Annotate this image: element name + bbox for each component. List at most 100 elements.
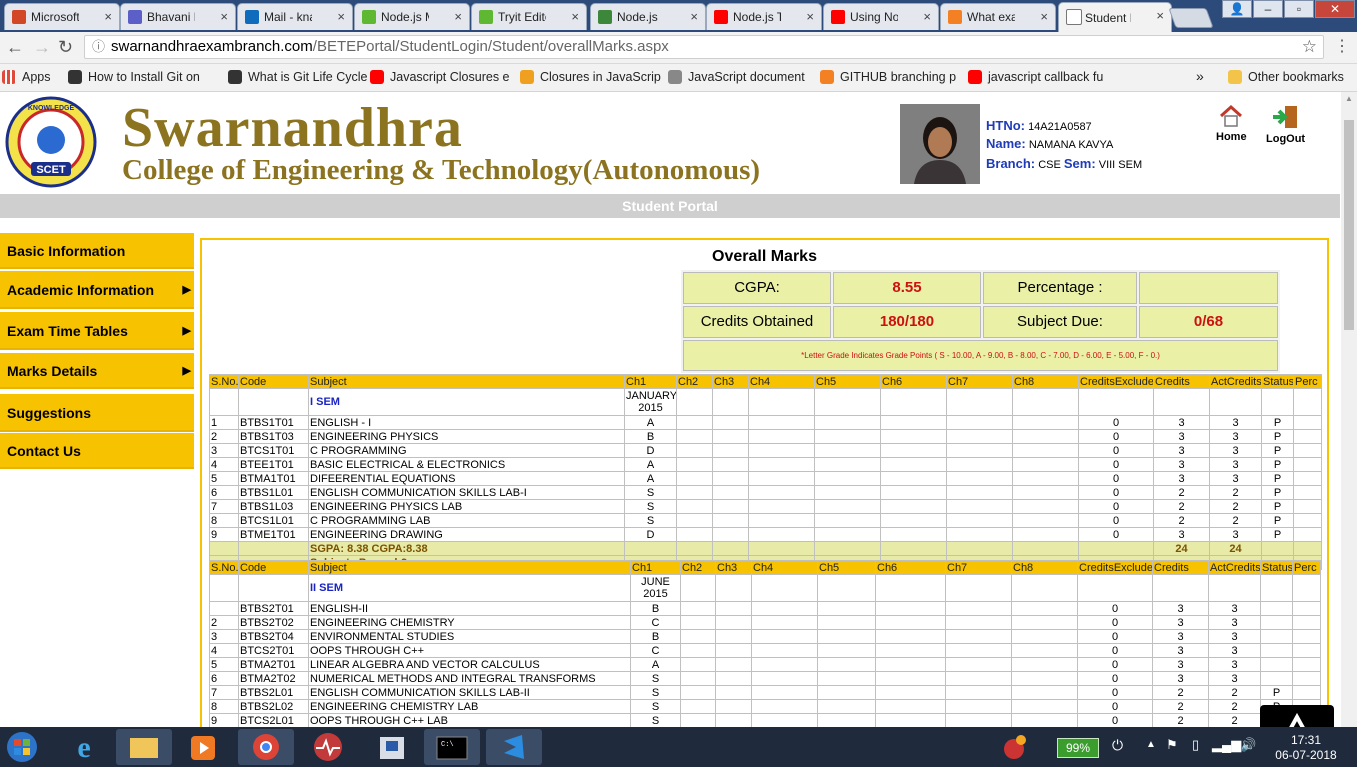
tab-close-icon[interactable]: × [104,9,112,24]
table-cell: 0 [1077,615,1153,630]
browser-tab[interactable]: Mail - knar × [237,3,353,30]
file-explorer-taskbar-icon[interactable] [116,729,172,765]
table-cell [817,629,876,644]
tab-close-icon[interactable]: × [571,9,579,24]
bookmark-item[interactable]: How to Install Git on [66,68,238,86]
start-button[interactable] [0,729,52,765]
bookmark-item[interactable]: Javascript Closures e [368,68,530,86]
table-cell [676,499,713,514]
page-scrollbar[interactable]: ▲ [1341,92,1357,727]
show-hidden-icons[interactable]: ▲ [1146,739,1156,750]
system-clock[interactable]: 17:31 06-07-2018 [1260,733,1352,763]
tab-title: What exac [967,10,1015,24]
browser-tab[interactable]: Student Lo × [1058,2,1172,32]
menu-basic-information[interactable]: Basic Information [0,233,194,269]
tab-close-icon[interactable]: × [220,9,228,24]
table-cell: 0 [1077,643,1153,658]
folder-icon [1228,70,1242,84]
tab-close-icon[interactable]: × [337,9,345,24]
forward-icon[interactable]: → [33,37,51,57]
empty-cell [1209,388,1262,416]
scrollbar-thumb[interactable] [1344,120,1354,330]
menu-label: Exam Time Tables [7,323,128,339]
tab-close-icon[interactable]: × [1040,9,1048,24]
bookmark-item[interactable]: What is Git Life Cycle [226,68,383,86]
browser-tab[interactable]: Bhavani Dh × [120,3,236,30]
battery-indicator[interactable]: 99% [1057,738,1099,758]
browser-tab[interactable]: What exac × [940,3,1056,30]
browser-tab[interactable]: Tryit Editor × [471,3,587,30]
device-icon[interactable]: ▯ [1192,737,1199,753]
bookmark-star-icon[interactable]: ☆ [1302,36,1317,58]
table-cell: 3 [1152,615,1209,630]
table-cell [946,513,1013,528]
menu-suggestions[interactable]: Suggestions [0,394,194,432]
table-cell [1260,615,1293,630]
flag-icon[interactable]: ⚑ [1166,737,1178,753]
ie-taskbar-icon[interactable]: e [56,729,112,765]
info-icon[interactable]: ⓘ [92,36,105,58]
menu-contact-us[interactable]: Contact Us [0,433,194,469]
tab-close-icon[interactable]: × [1156,8,1164,23]
back-icon[interactable]: ← [6,37,24,57]
tab-close-icon[interactable]: × [690,9,698,24]
network-signal-icon[interactable]: ▂▄▆ [1212,737,1241,753]
browser-tab[interactable]: Microsoft C × [4,3,120,30]
menu-marks-details[interactable]: Marks Details ▶ [0,353,194,389]
browser-tab[interactable]: Node.js Mc × [354,3,470,30]
logout-button[interactable]: LogOut [1266,104,1305,145]
maximize-button[interactable]: ▫ [1284,0,1314,18]
bookmark-item[interactable]: javascript callback fu [966,68,1133,86]
menu-academic-information[interactable]: Academic Information ▶ [0,271,194,309]
table-cell [875,657,946,672]
bookmark-item[interactable]: Closures in JavaScrip [518,68,680,86]
store-taskbar-icon[interactable] [364,729,420,765]
volume-icon[interactable]: 🔊 [1240,737,1256,753]
command-prompt-taskbar-icon[interactable]: C:\ [424,729,480,765]
tab-close-icon[interactable]: × [454,9,462,24]
scroll-up-icon[interactable]: ▲ [1345,94,1353,103]
vscode-taskbar-icon[interactable] [486,729,542,765]
browser-tab[interactable]: Node.js Tu × [706,3,822,30]
table-cell [1293,443,1322,458]
table-cell: BTMA2T01 [238,657,309,672]
table-cell: 0 [1077,629,1153,644]
table-cell: ENVIRONMENTAL STUDIES [308,629,631,644]
tab-close-icon[interactable]: × [806,9,814,24]
table-cell: 3 [1208,601,1261,616]
browser-tab[interactable]: Using Noc × [823,3,939,30]
address-bar[interactable]: ⓘ swarnandhraexambranch.com/BETEPortal/S… [84,35,1324,59]
browser-menu-icon[interactable]: ⋮ [1334,37,1350,57]
table-cell [945,615,1012,630]
bookmark-item[interactable]: GITHUB branching p [818,68,980,86]
notification-flag-icon[interactable] [996,729,1032,765]
column-header: Status [1261,374,1294,389]
table-cell: P [1261,415,1294,430]
activity-taskbar-icon[interactable] [300,729,356,765]
minimize-button[interactable]: – [1253,0,1283,18]
table-cell: 2 [1152,713,1209,727]
reload-icon[interactable]: ↻ [58,37,73,57]
other-bookmarks-folder[interactable]: Other bookmarks [1226,68,1357,86]
new-tab-button[interactable] [1168,8,1214,28]
bookmark-label: Javascript Closures e [390,70,510,84]
floating-app-icon[interactable]: A [1260,705,1334,727]
home-button[interactable]: Home [1216,104,1247,143]
table-cell [814,513,881,528]
table-cell [1292,601,1321,616]
close-window-button[interactable]: ✕ [1315,0,1355,18]
table-cell [676,485,713,500]
power-plug-icon[interactable]: ⏻ [1112,737,1123,754]
table-cell: BTCS2L01 [238,713,309,727]
tab-close-icon[interactable]: × [923,9,931,24]
table-cell [715,601,752,616]
user-profile-button[interactable]: 👤 [1222,0,1252,18]
browser-tab[interactable]: Node.js × [590,3,706,30]
table-cell: 2 [1208,685,1261,700]
bookmarks-overflow-button[interactable]: » [1196,68,1204,84]
bookmark-item[interactable]: JavaScript document [666,68,833,86]
chrome-taskbar-icon[interactable] [238,729,294,765]
menu-exam-time-tables[interactable]: Exam Time Tables ▶ [0,312,194,350]
media-player-taskbar-icon[interactable] [176,729,232,765]
table-cell: P [1261,457,1294,472]
